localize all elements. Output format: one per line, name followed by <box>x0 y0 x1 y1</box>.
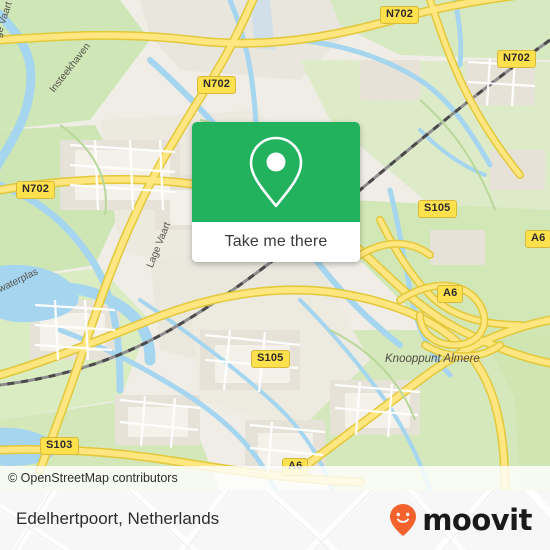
take-me-there-card[interactable]: Take me there <box>192 122 360 262</box>
road-shield-n702[interactable]: N702 <box>197 76 237 94</box>
moovit-location-screenshot: Knooppunt Almere Insteekhaven ge Vaart L… <box>0 0 550 550</box>
road-shield-s105[interactable]: S105 <box>251 350 290 368</box>
page-title: Edelhertpoort, Netherlands <box>16 509 220 528</box>
road-shield-s103[interactable]: S103 <box>40 437 79 455</box>
moovit-logo[interactable]: moovit <box>388 504 532 536</box>
map-attribution: © OpenStreetMap contributors <box>0 466 550 490</box>
footer-bar: Edelhertpoort, Netherlands moovit <box>0 490 550 550</box>
take-me-there-label[interactable]: Take me there <box>225 233 328 251</box>
road-shield-n702[interactable]: N702 <box>497 50 537 68</box>
road-shield-a6[interactable]: A6 <box>525 230 550 248</box>
road-shield-n702[interactable]: N702 <box>16 181 56 199</box>
moovit-smiley-pin-icon <box>390 504 417 536</box>
location-pin-icon <box>249 136 303 208</box>
attribution-text: © OpenStreetMap contributors <box>8 471 178 485</box>
road-shield-s105[interactable]: S105 <box>418 200 457 218</box>
moovit-wordmark: moovit <box>422 502 532 537</box>
road-shield-a6[interactable]: A6 <box>437 285 464 303</box>
map-label-knooppunt-almere: Knooppunt Almere <box>385 353 480 365</box>
card-pin-area <box>192 122 360 222</box>
road-shield-n702[interactable]: N702 <box>380 6 420 24</box>
card-action-row[interactable]: Take me there <box>192 222 360 262</box>
